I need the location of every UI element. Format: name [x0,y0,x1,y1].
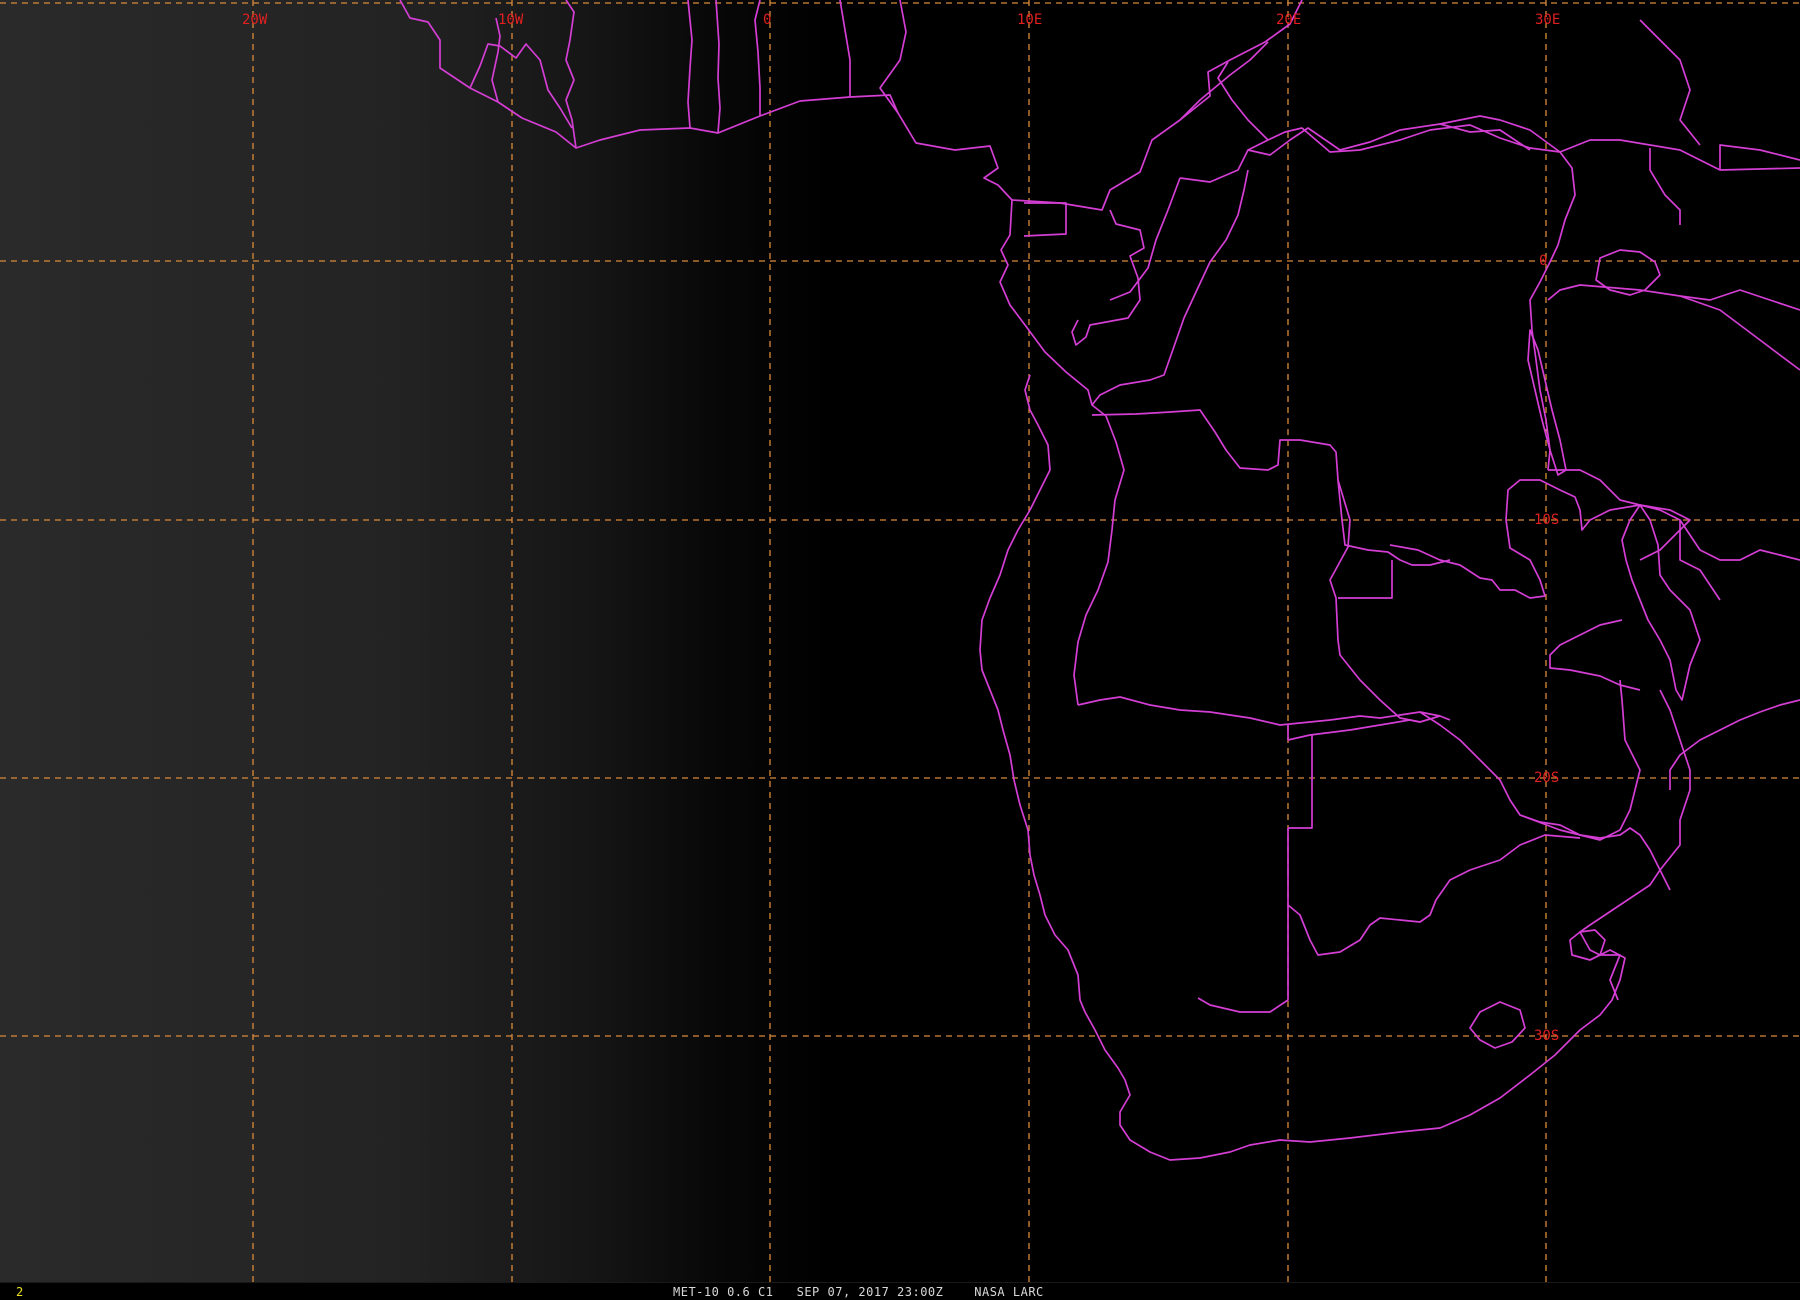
map-overlay: 20W 10W 0 10E 20E 30E 0 10S 20S 30S [0,0,1800,1282]
lon-label-0: 0 [763,12,771,28]
mozambique-east-border [1579,689,1691,1001]
namibia-border [1077,696,1441,726]
mozambique-south [979,374,1626,1161]
tanzania-border [1547,284,1800,601]
kenya-border [1679,289,1800,311]
angola-north-border [1091,409,1451,566]
namibia-sa-border [1197,905,1289,1013]
lake-tanganyika [1527,329,1567,476]
image-caption: MET-10 0.6 C1 SEP 07, 2017 23:00Z NASA L… [673,1285,1044,1299]
namibia-east-border [1288,735,1313,829]
west-africa-coastline [399,0,1107,417]
equatorial-guinea-border [1023,202,1067,237]
angola-coastline [1073,415,1125,706]
lon-label-10w: 10W [498,12,524,28]
lat-label-10s: 10S [1534,512,1559,528]
ghana-togo-borders [687,0,761,134]
lat-label-0: 0 [1539,253,1547,269]
gabon-congo-border [1071,209,1145,346]
mozambique-zambia-border [1549,619,1641,691]
grid-labels: 20W 10W 0 10E 20E 30E 0 10S 20S 30S [242,12,1560,1044]
malawi-border [1621,504,1701,701]
angola-zambia-border [1329,479,1451,723]
congo-drc-border [1091,61,1269,406]
lon-label-10e: 10E [1017,12,1042,28]
lon-label-30e: 30E [1535,12,1560,28]
satellite-viewer: 20W 10W 0 10E 20E 30E 0 10S 20S 30S 2 ME… [0,0,1800,1300]
lon-label-20w: 20W [242,12,268,28]
lesotho [1469,1001,1526,1049]
south-sudan-uganda-border [1439,19,1800,225]
zimbabwe-border [1519,814,1671,891]
liberia-guinea-borders [469,43,573,129]
lat-label-20s: 20S [1534,770,1559,786]
frame-number: 2 [16,1285,24,1299]
lon-label-20e: 20E [1276,12,1301,28]
angola-zambia-stepped-border [1338,560,1393,599]
graticule [0,0,1800,1282]
zambia-drc-border [1389,479,1691,599]
lat-label-30s: 30S [1534,1028,1559,1044]
botswana-border [1287,828,1581,956]
country-borders [399,0,1800,1161]
zambia-zimbabwe-border [1419,679,1641,841]
drc-east-border [1267,124,1576,471]
cameroon-interior-border [1011,0,1303,211]
status-bar: 2 MET-10 0.6 C1 SEP 07, 2017 23:00Z NASA… [0,1282,1800,1300]
